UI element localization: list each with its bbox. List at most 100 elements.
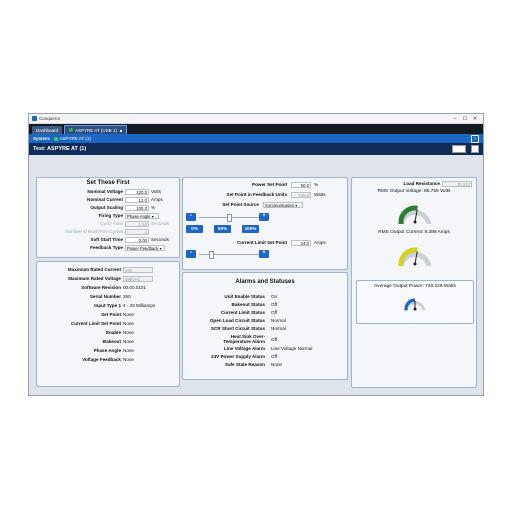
set-point-feedback-label: Set Point in Feedback Units [226,192,288,197]
power-slider-handle[interactable] [227,214,232,222]
alarm-value: Line Voltage Normal [271,346,313,351]
nominal-current-input[interactable]: 12.0 [125,196,149,203]
cycle-time-label: Cycle Time [100,221,123,226]
enable-label: Enable [105,330,121,335]
power-decrease-button[interactable]: - [186,213,196,221]
alarm-label: Line Voltage Alarm [223,346,265,351]
test-title: Test: ASPYRE AT (1) [33,146,87,152]
nominal-current-label: Nominal Current [87,197,123,202]
current-decrease-button[interactable]: - [186,250,196,258]
max-rated-voltage-value: 480VAC [123,275,153,282]
soft-start-label: Soft Start Time [90,237,123,242]
bakeout-label: Bakeout [102,339,121,344]
burst-cycles-input[interactable]: 4 [125,228,149,235]
alarm-row: Heat Sink Over-Temperature Alarm Off [183,333,349,345]
current-increase-button[interactable]: + [259,250,269,258]
voltage-feedback-value: None [123,357,134,362]
software-revision-label: Software Revision [81,285,121,290]
input-type-value: 4 - 20 Milliamps [123,303,156,308]
input-type-label: Input Type 1 [94,303,121,308]
output-scaling-unit: % [151,205,156,210]
alarm-row: Bakeout Status Off [183,301,349,308]
power-set-point-unit: % [314,182,319,187]
set-point-source-value: Communication [265,202,295,208]
current-limit-input[interactable]: 24.0 [291,239,311,246]
max-rated-voltage-label: Maximum Rated Voltage [68,276,121,281]
device-status-icon [53,136,58,141]
nominal-voltage-input[interactable]: 120.0 [125,188,149,195]
tab-dashboard[interactable]: Dashboard [32,126,63,134]
rms-current-text: RMS Output Current: 8.398 Amps [378,230,450,235]
soft-start-input[interactable]: 0.00 [125,236,149,243]
voltage-gauge [398,205,432,224]
alarm-label: Safe State Reason [224,362,265,367]
close-button[interactable]: ✕ [470,116,480,122]
power-set-point-input[interactable]: 50.0 [291,181,311,188]
current-slider-handle[interactable] [209,251,214,259]
preset-50-button[interactable]: 50% [214,225,231,233]
soft-start-unit: Seconds [151,237,169,242]
preset-100-button[interactable]: 100% [242,225,259,233]
minimize-button[interactable]: – [450,116,460,122]
alarms-title: Alarms and Statuses [235,279,295,285]
alarm-row: Line Voltage Alarm Line Voltage Normal [183,345,349,352]
enable-value: None [123,330,134,335]
firing-type-select[interactable]: Phase Angle ▾ [125,212,159,219]
alarm-value: Off [271,302,278,307]
preset-0-button[interactable]: 0% [186,225,203,233]
alarm-label: Unit Enable Status [224,294,265,299]
cycle-time-input[interactable]: 1.50 [125,220,149,227]
max-rated-current-value: 24A [123,266,153,273]
tab-aspyre[interactable]: ASPYRE AT (USB 1) ■ [64,125,128,134]
max-rated-current-label: Maximum Rated Current [67,267,121,272]
phase-angle-label: Phase Angle [93,348,121,353]
rms-voltage-text: RMS Output Voltage: 85.759 Volts [377,189,451,194]
current-slider-track[interactable] [199,254,259,255]
alarm-value: Normal [271,318,286,323]
alarm-label: Bakeout Status [231,302,265,307]
layout-toggle-button[interactable] [452,145,466,153]
power-gauge [404,298,426,311]
set-point-value: None [123,312,134,317]
nominal-current-unit: Amps [151,197,163,202]
feedback-type-select[interactable]: Power Feedback ▾ [125,244,165,251]
tab-close-icon[interactable]: ■ [120,128,122,133]
maximize-button[interactable]: ☐ [460,116,470,122]
set-point-panel: Power Set Point 50.0 % Set Point in Feed… [182,177,348,270]
alarm-row: Open Load Circuit Status Normal [183,317,349,324]
alarm-value: None [271,362,282,367]
device-info-panel: Maximum Rated Current 24A Maximum Rated … [36,261,180,387]
window-toggle-button[interactable] [471,145,479,153]
alarm-row: Current Limit Status Off [183,309,349,316]
output-scaling-input[interactable]: 100.0 [125,204,149,211]
help-icon[interactable]: ? [471,134,479,143]
alarm-row: SCR Short Circuit Status Normal [183,325,349,332]
nominal-voltage-unit: Volts [151,189,161,194]
set-point-feedback-unit: Watts [314,192,326,197]
output-scaling-label: Output Scaling [90,205,123,210]
set-point-feedback-value: 720.0 [291,191,311,198]
alarm-row: 24V Power Supply Alarm Off [183,353,349,360]
system-bar: System: ASPYRE AT (1) ? [29,134,483,143]
alarm-value: Off [271,336,278,342]
window-title: Conqueror [39,116,61,121]
app-logo-icon [32,116,37,121]
nominal-voltage-label: Nominal Voltage [87,189,123,194]
alarm-row: Safe State Reason None [183,361,349,368]
set-these-first-title: Set These First [86,180,130,186]
power-set-point-label: Power Set Point [252,182,287,187]
alarm-value: Normal [271,326,286,331]
set-point-source-select[interactable]: Communication ▾ [263,201,303,208]
system-device[interactable]: ASPYRE AT (1) [60,136,91,141]
serial-number-value: 260 [123,294,131,299]
power-increase-button[interactable]: + [259,213,269,221]
alarm-label: Current Limit Status [220,310,265,315]
gauge-pivot [413,307,417,311]
set-point-label: Set Point [101,312,121,317]
firing-type-value: Phase Angle [127,213,151,219]
alarm-label: 24V Power Supply Alarm [211,354,265,359]
alarm-value: Off [271,310,278,315]
power-subpanel: Average Output Power: 720.226 Watts [356,280,474,324]
set-point-source-label: Set Point Source [222,202,259,207]
gauge-pivot [413,220,417,224]
